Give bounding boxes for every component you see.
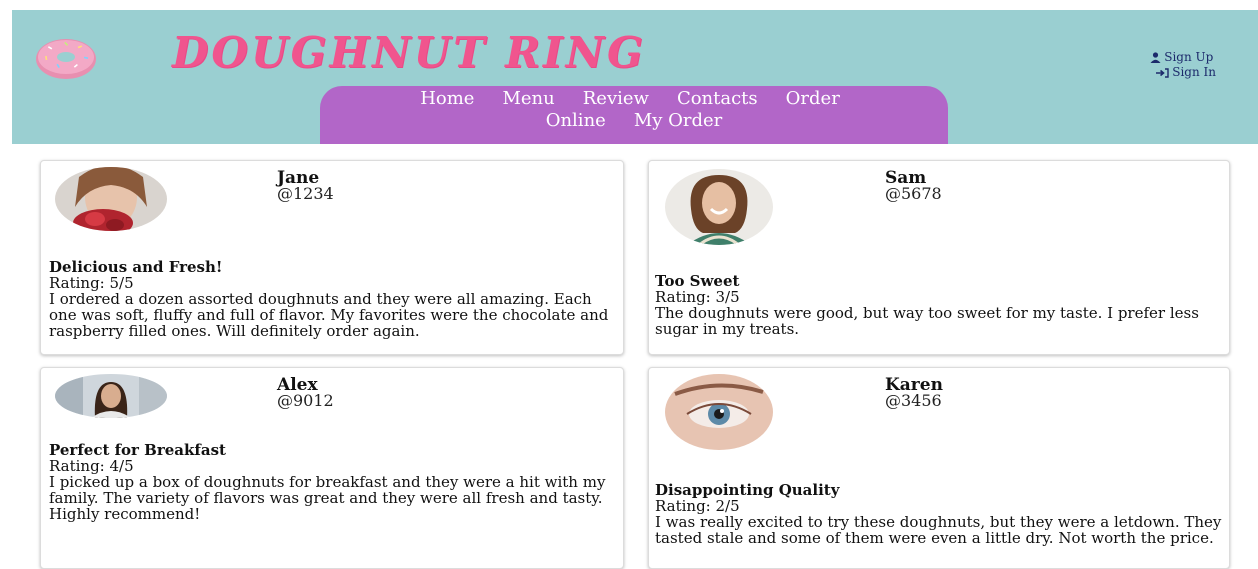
review-card: Sam @5678 Too Sweet Rating: 3/5 The doug… [648, 160, 1230, 355]
doughnut-logo-icon[interactable] [34, 35, 98, 81]
review-body: Perfect for Breakfast Rating: 4/5 I pick… [49, 442, 619, 522]
main-nav: Home Menu Review Contacts Order Online My Ord… [320, 86, 948, 144]
review-body: Delicious and Fresh! Rating: 5/5 I order… [49, 259, 619, 339]
sign-up-link[interactable]: Sign Up [1150, 50, 1216, 65]
review-body: Too Sweet Rating: 3/5 The doughnuts were… [655, 273, 1225, 337]
sign-in-arrow-icon [1156, 67, 1169, 78]
avatar [55, 167, 167, 231]
nav-item-review[interactable]: Review [583, 88, 649, 109]
review-rating: Rating: 5/5 [49, 274, 134, 292]
auth-links: Sign Up Sign In [1150, 50, 1216, 80]
review-rating: Rating: 2/5 [655, 497, 740, 515]
review-card: Alex @9012 Perfect for Breakfast Rating:… [40, 367, 624, 569]
review-title: Delicious and Fresh! [49, 258, 223, 276]
review-title: Too Sweet [655, 272, 740, 290]
nav-item-order-online-part1[interactable]: Order [786, 88, 840, 109]
review-text: I was really excited to try these doughn… [655, 513, 1222, 547]
reviewer-handle: @3456 [885, 391, 942, 410]
user-icon [1150, 52, 1161, 63]
review-text: I picked up a box of doughnuts for break… [49, 473, 606, 523]
sign-in-link[interactable]: Sign In [1150, 65, 1216, 80]
review-title: Disappointing Quality [655, 481, 840, 499]
nav-item-order-online-part2[interactable]: Online [546, 110, 606, 131]
avatar [55, 374, 167, 418]
reviewer-handle: @5678 [885, 184, 942, 203]
brand-name[interactable]: DOUGHNUT RING [172, 28, 646, 77]
review-rating: Rating: 3/5 [655, 288, 740, 306]
review-body: Disappointing Quality Rating: 2/5 I was … [655, 482, 1225, 546]
review-rating: Rating: 4/5 [49, 457, 134, 475]
sign-in-label: Sign In [1172, 65, 1216, 79]
review-title: Perfect for Breakfast [49, 441, 226, 459]
avatar [665, 374, 773, 450]
review-text: I ordered a dozen assorted doughnuts and… [49, 290, 609, 340]
reviewer-handle: @9012 [277, 391, 334, 410]
review-card: Jane @1234 Delicious and Fresh! Rating: … [40, 160, 624, 355]
nav-item-home[interactable]: Home [420, 88, 474, 109]
review-text: The doughnuts were good, but way too swe… [655, 304, 1199, 338]
nav-item-my-order[interactable]: My Order [634, 110, 722, 131]
nav-item-contacts[interactable]: Contacts [677, 88, 758, 109]
nav-item-menu[interactable]: Menu [502, 88, 554, 109]
review-card: Karen @3456 Disappointing Quality Rating… [648, 367, 1230, 569]
sign-up-label: Sign Up [1164, 50, 1214, 64]
reviewer-handle: @1234 [277, 184, 334, 203]
avatar [665, 169, 773, 245]
